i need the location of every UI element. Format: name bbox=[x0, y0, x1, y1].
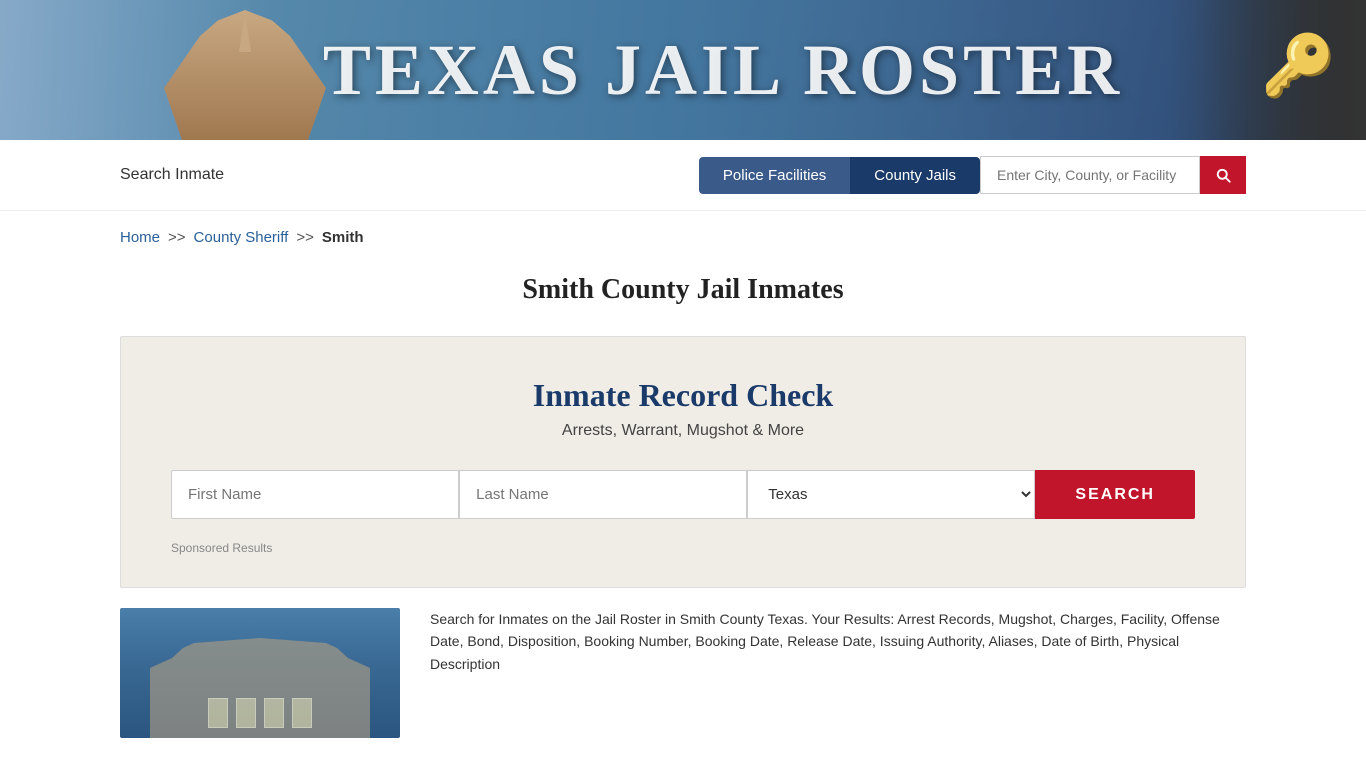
page-title-section: Smith County Jail Inmates bbox=[0, 264, 1366, 336]
breadcrumb: Home >> County Sheriff >> Smith bbox=[0, 211, 1366, 264]
header-banner: Texas Jail Roster bbox=[0, 0, 1366, 140]
building-image bbox=[120, 608, 400, 738]
search-card: Inmate Record Check Arrests, Warrant, Mu… bbox=[120, 336, 1246, 588]
county-jails-button[interactable]: County Jails bbox=[850, 157, 980, 194]
window-2 bbox=[236, 698, 256, 728]
breadcrumb-current: Smith bbox=[322, 229, 364, 246]
search-inmate-label: Search Inmate bbox=[120, 166, 224, 184]
keys-decoration bbox=[1166, 0, 1366, 140]
state-select[interactable]: Texas Alabama Alaska Arizona Arkansas Ca… bbox=[747, 470, 1035, 519]
facility-search-button[interactable] bbox=[1200, 156, 1246, 194]
window-4 bbox=[292, 698, 312, 728]
building-windows bbox=[208, 698, 312, 728]
capitol-dome bbox=[155, 10, 335, 140]
breadcrumb-sep-1: >> bbox=[168, 229, 186, 246]
bottom-section: Search for Inmates on the Jail Roster in… bbox=[120, 608, 1246, 738]
nav-right: Police Facilities County Jails bbox=[699, 156, 1246, 194]
search-card-title: Inmate Record Check bbox=[171, 377, 1195, 414]
sponsored-label: Sponsored Results bbox=[171, 541, 272, 555]
facility-search-input[interactable] bbox=[980, 156, 1200, 194]
navbar: Search Inmate Police Facilities County J… bbox=[0, 140, 1366, 211]
breadcrumb-county-sheriff[interactable]: County Sheriff bbox=[194, 229, 289, 246]
search-form-row: Texas Alabama Alaska Arizona Arkansas Ca… bbox=[171, 470, 1195, 519]
page-title: Smith County Jail Inmates bbox=[0, 274, 1366, 306]
bottom-description: Search for Inmates on the Jail Roster in… bbox=[430, 608, 1246, 675]
site-title: Texas Jail Roster bbox=[323, 29, 1123, 112]
breadcrumb-sep-2: >> bbox=[296, 229, 314, 246]
last-name-input[interactable] bbox=[459, 470, 747, 519]
search-icon bbox=[1214, 166, 1232, 184]
inmate-search-button[interactable]: SEARCH bbox=[1035, 470, 1195, 519]
window-1 bbox=[208, 698, 228, 728]
search-card-subtitle: Arrests, Warrant, Mugshot & More bbox=[171, 422, 1195, 440]
first-name-input[interactable] bbox=[171, 470, 459, 519]
police-facilities-button[interactable]: Police Facilities bbox=[699, 157, 850, 194]
window-3 bbox=[264, 698, 284, 728]
breadcrumb-home[interactable]: Home bbox=[120, 229, 160, 246]
